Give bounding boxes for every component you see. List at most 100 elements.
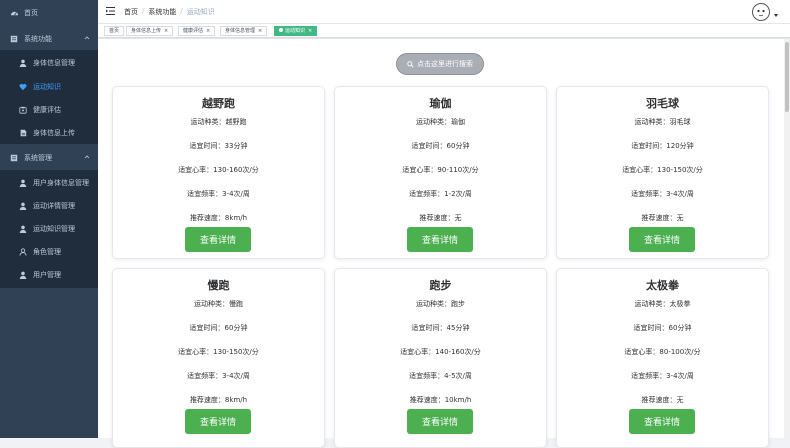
card-field: 运动种类：太极拳: [634, 300, 691, 308]
card-field: 适宜时间：33分钟: [189, 142, 248, 150]
card-field: 运动种类：瑜伽: [416, 118, 465, 126]
card-title: 越野跑: [202, 97, 235, 110]
sidebar-item-user-mgmt[interactable]: 用户管理: [0, 264, 98, 286]
card-field: 推荐速度：无: [641, 214, 684, 222]
breadcrumb-separator: /: [180, 7, 183, 15]
main-content: 点击这里进行搜索 越野跑 运动种类：越野跑 适宜时间：33分钟 适宜心率：130-16…: [98, 39, 784, 448]
sidebar-item-label: 用户身体信息管理: [33, 179, 89, 187]
tags-view: 首页 身体信息上传 × 健康评估 × 身体信息管理 × 运动知识 ×: [98, 24, 790, 38]
sidebar: 首页 系统功能 身体信息管理 运动知识 健康评估 身体信息上传 系统管理 用户身…: [0, 0, 98, 438]
sidebar-item-system-functions[interactable]: 系统功能: [0, 28, 98, 50]
card-field: 适宜频率：3-4次/周: [631, 372, 694, 380]
sidebar-item-label: 用户管理: [33, 271, 61, 279]
avatar[interactable]: [752, 3, 770, 21]
card-field: 适宜心率：140-160次/分: [400, 348, 481, 356]
card-field: 适宜时间：60分钟: [633, 324, 692, 332]
close-icon[interactable]: ×: [164, 28, 168, 34]
tag-sports-knowledge[interactable]: 运动知识 ×: [274, 26, 318, 36]
sidebar-item-home[interactable]: 首页: [0, 2, 98, 24]
heart-icon: [18, 82, 28, 92]
breadcrumb-separator: /: [142, 7, 145, 15]
view-details-button[interactable]: 查看详情: [629, 409, 695, 434]
card-title: 瑜伽: [429, 97, 452, 110]
close-icon[interactable]: ×: [258, 28, 262, 34]
breadcrumb-item[interactable]: 首页: [124, 7, 138, 17]
card-field: 推荐速度：无: [419, 214, 462, 222]
view-details-button[interactable]: 查看详情: [185, 227, 251, 252]
view-details-button[interactable]: 查看详情: [629, 227, 695, 252]
card-title: 羽毛球: [646, 97, 679, 110]
sidebar-item-label: 健康评估: [33, 106, 61, 114]
sidebar-item-label: 首页: [24, 9, 38, 17]
view-details-button[interactable]: 查看详情: [407, 227, 473, 252]
sidebar-item-sport-knowledge-mgmt[interactable]: 运动知识管理: [0, 218, 98, 240]
scrollbar-thumb[interactable]: [785, 42, 789, 112]
card-field: 适宜心率：90-110次/分: [402, 166, 479, 174]
sidebar-item-label: 运动详情管理: [33, 202, 75, 210]
card-field: 适宜心率：80-100次/分: [624, 348, 701, 356]
card-title: 跑步: [429, 279, 452, 292]
sport-card: 太极拳 运动种类：太极拳 适宜时间：60分钟 适宜心率：80-100次/分 适宜频率：3…: [556, 268, 769, 448]
sidebar-item-label: 身体信息上传: [33, 129, 75, 137]
sidebar-item-label: 身体信息管理: [33, 59, 75, 67]
system-icon: [9, 153, 19, 163]
sport-card: 瑜伽 运动种类：瑜伽 适宜时间：60分钟 适宜心率：90-110次/分 适宜频率：1-2…: [334, 86, 547, 259]
sidebar-item-label: 角色管理: [33, 248, 61, 256]
card-field: 适宜心率：130-160次/分: [178, 166, 259, 174]
hamburger-icon[interactable]: [106, 6, 116, 16]
card-field: 适宜心率：130-150次/分: [622, 166, 703, 174]
card-field: 适宜频率：3-4次/周: [187, 372, 250, 380]
card-field: 推荐速度：10km/h: [409, 396, 472, 404]
user-icon: [18, 201, 28, 211]
user-icon: [18, 270, 28, 280]
sidebar-item-body-upload[interactable]: 身体信息上传: [0, 122, 98, 144]
breadcrumb-item[interactable]: 系统功能: [148, 7, 176, 17]
card-field: 适宜心率：130-150次/分: [178, 348, 259, 356]
card-field: 适宜频率：3-4次/周: [187, 190, 250, 198]
tag-home[interactable]: 首页: [104, 26, 125, 36]
sidebar-item-system-management[interactable]: 系统管理: [0, 147, 98, 169]
card-field: 适宜频率：4-5次/周: [409, 372, 472, 380]
sidebar-item-sport-detail[interactable]: 运动详情管理: [0, 195, 98, 217]
search-button[interactable]: 点击这里进行搜索: [396, 53, 484, 75]
card-field: 适宜时间：120分钟: [631, 142, 694, 150]
card-field: 推荐速度：8km/h: [189, 396, 248, 404]
sidebar-item-health-assessment[interactable]: 健康评估: [0, 99, 98, 121]
sidebar-item-label: 运动知识: [33, 83, 61, 91]
card-field: 推荐速度：8km/h: [189, 214, 248, 222]
document-icon: [18, 128, 28, 138]
caret-down-icon[interactable]: [774, 14, 778, 17]
sidebar-item-label: 运动知识管理: [33, 225, 75, 233]
sidebar-item-role-mgmt[interactable]: 角色管理: [0, 241, 98, 263]
sidebar-item-label: 系统管理: [24, 154, 52, 162]
system-icon: [9, 34, 19, 44]
card-field: 运动种类：慢跑: [194, 300, 243, 308]
sport-card: 慢跑 运动种类：慢跑 适宜时间：60分钟 适宜心率：130-150次/分 适宜频率：3-…: [112, 268, 325, 448]
close-icon[interactable]: ×: [206, 28, 210, 34]
sidebar-item-sports-knowledge[interactable]: 运动知识: [0, 76, 98, 98]
card-field: 适宜频率：1-2次/周: [409, 190, 472, 198]
card-field: 运动种类：羽毛球: [634, 118, 691, 126]
sidebar-item-user-body-info[interactable]: 用户身体信息管理: [0, 172, 98, 194]
tag-health-assessment[interactable]: 健康评估 ×: [178, 26, 216, 36]
view-details-button[interactable]: 查看详情: [407, 409, 473, 434]
card-field: 推荐速度：无: [641, 396, 684, 404]
card-title: 慢跑: [207, 279, 230, 292]
close-icon[interactable]: ×: [308, 28, 312, 34]
breadcrumb: 首页 / 系统功能 / 运动知识: [124, 7, 215, 17]
sidebar-item-label: 系统功能: [24, 35, 52, 43]
peoples-icon: [18, 247, 28, 257]
view-details-button[interactable]: 查看详情: [185, 409, 251, 434]
tag-body-upload[interactable]: 身体信息上传 ×: [126, 26, 174, 36]
breadcrumb-current: 运动知识: [186, 8, 215, 16]
user-icon: [18, 178, 28, 188]
tag-body-info[interactable]: 身体信息管理 ×: [220, 26, 268, 36]
navbar: 首页 / 系统功能 / 运动知识: [98, 0, 790, 24]
sidebar-item-body-info[interactable]: 身体信息管理: [0, 52, 98, 74]
card-field: 运动种类：跑步: [416, 300, 465, 308]
sport-card: 跑步 运动种类：跑步 适宜时间：45分钟 适宜心率：140-160次/分 适宜频率：4-…: [334, 268, 547, 448]
active-dot-icon: [279, 28, 283, 32]
chevron-up-icon: [84, 36, 90, 40]
assess-icon: [18, 105, 28, 115]
user-icon: [18, 224, 28, 234]
